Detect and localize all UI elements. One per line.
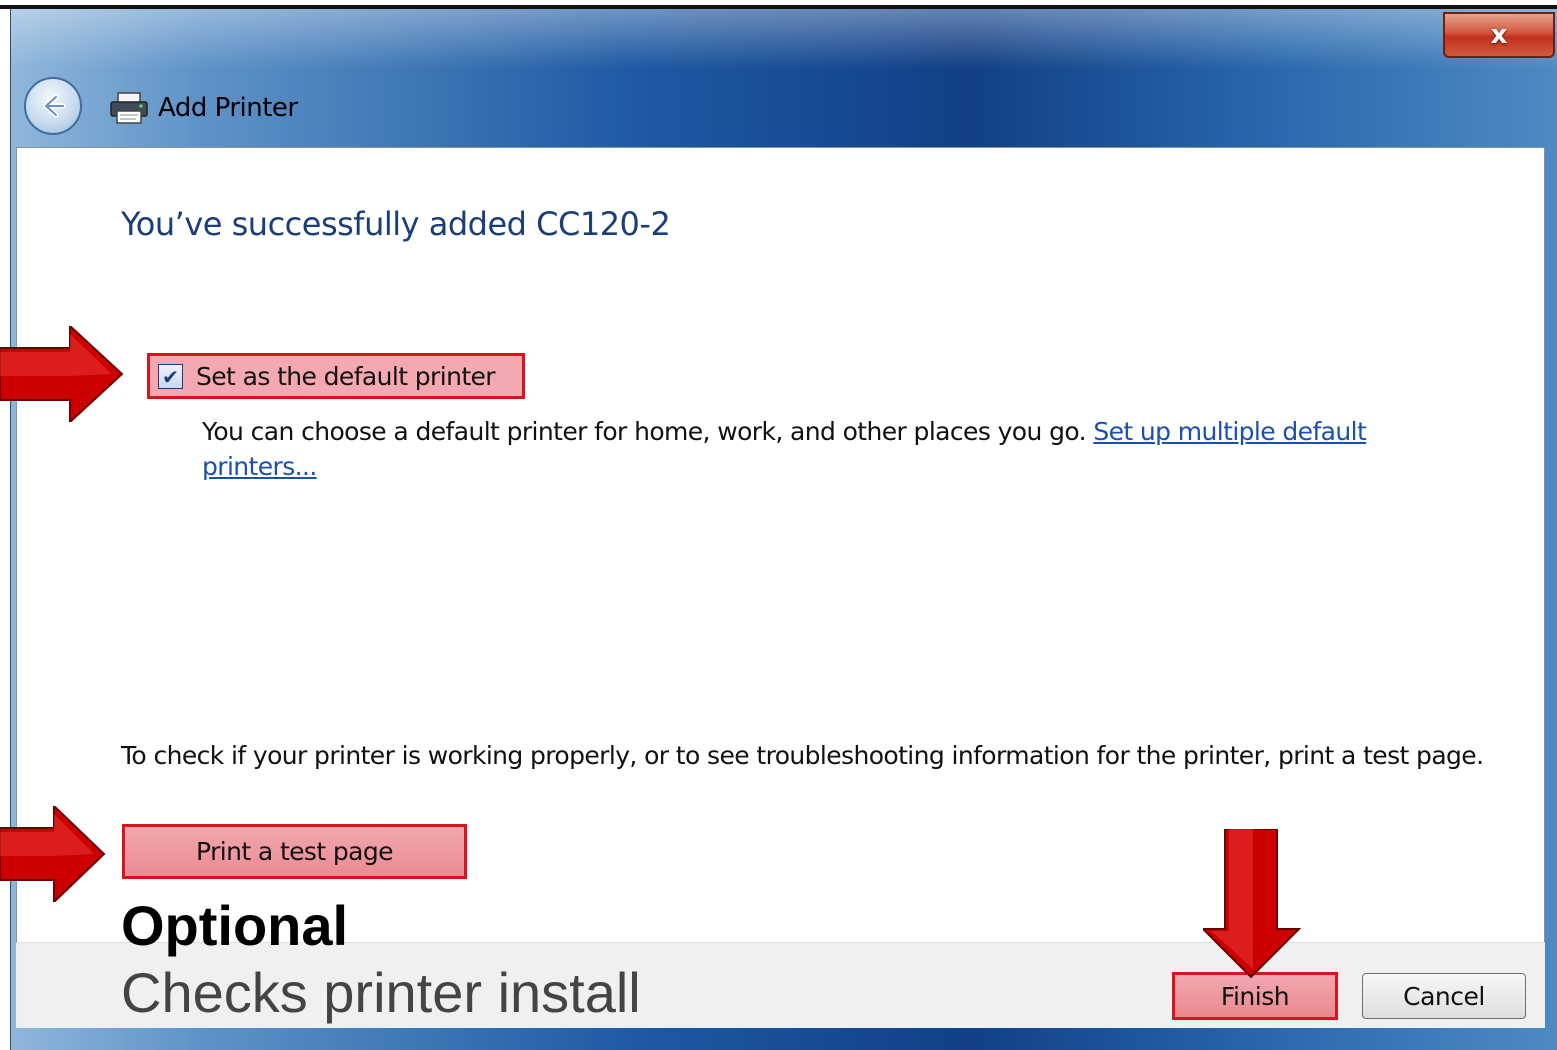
test-page-info: To check if your printer is working prop… xyxy=(121,741,1484,770)
page-heading: You’ve successfully added CC120-2 xyxy=(121,205,671,243)
window-title: Add Printer xyxy=(158,93,298,123)
back-button[interactable] xyxy=(24,77,82,135)
red-arrow-icon xyxy=(0,326,124,422)
close-icon: x xyxy=(1490,20,1508,50)
printer-icon xyxy=(110,92,148,124)
checkmark-icon: ✔ xyxy=(162,364,179,389)
default-printer-checkbox[interactable]: ✔ xyxy=(158,364,183,389)
finish-button[interactable]: Finish xyxy=(1172,972,1338,1020)
close-button[interactable]: x xyxy=(1443,12,1555,58)
top-rule xyxy=(0,0,1557,9)
red-arrow-icon xyxy=(1203,829,1301,979)
default-printer-label[interactable]: Set as the default printer xyxy=(196,362,496,391)
default-printer-info: You can choose a default printer for hom… xyxy=(202,414,1412,484)
annotation-optional: Optional xyxy=(121,894,349,957)
back-arrow-icon xyxy=(43,94,66,118)
print-test-page-button[interactable]: Print a test page xyxy=(122,824,467,879)
info-text: You can choose a default printer for hom… xyxy=(202,417,1087,446)
red-arrow-icon xyxy=(0,806,106,902)
cancel-button[interactable]: Cancel xyxy=(1362,973,1526,1019)
annotation-caption: Checks printer install xyxy=(121,961,641,1024)
